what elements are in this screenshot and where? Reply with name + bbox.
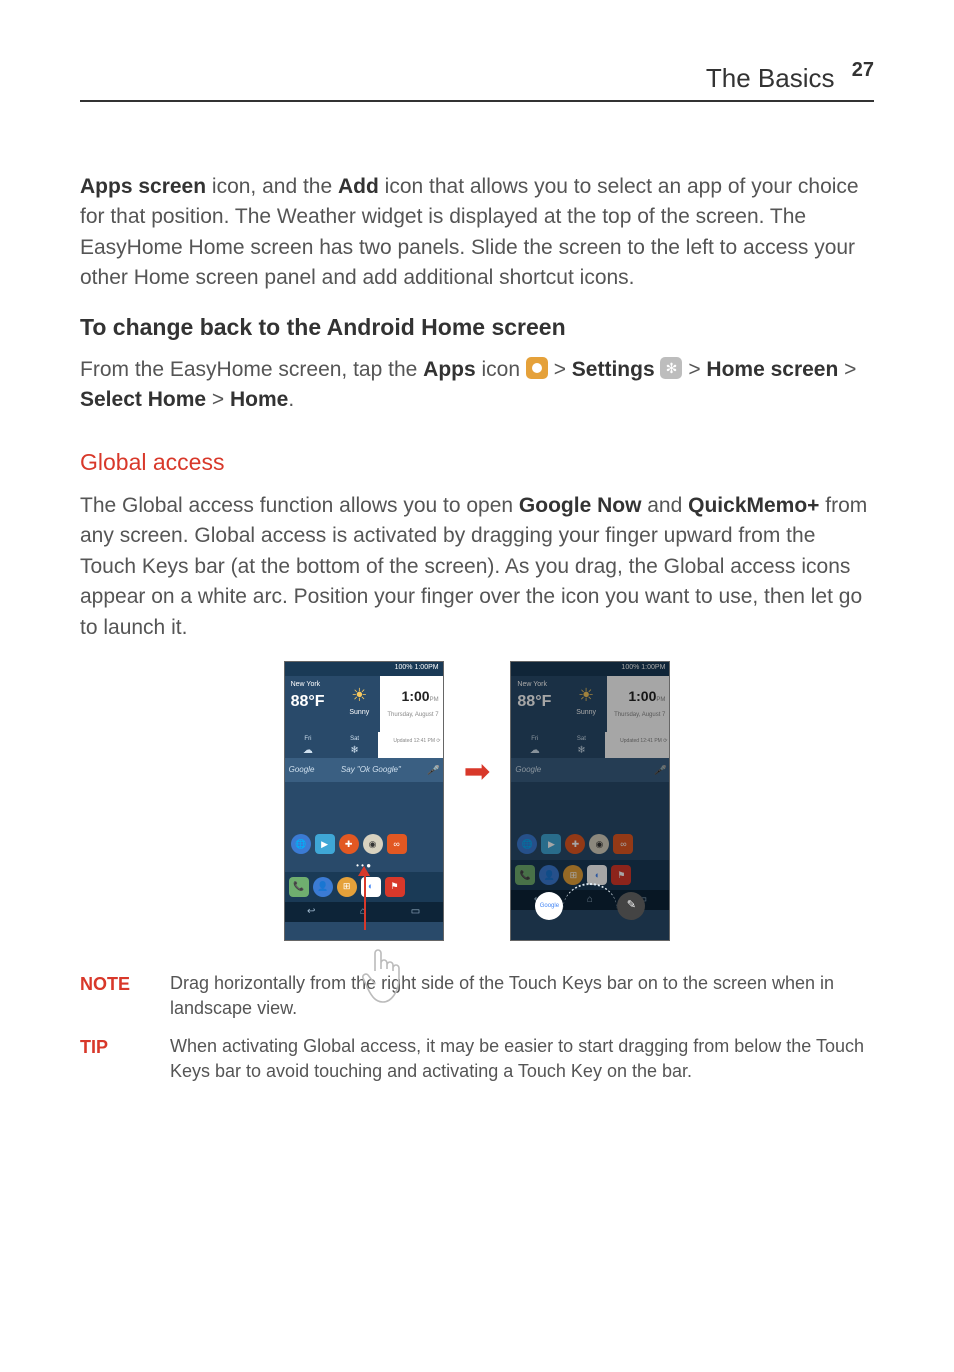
tip-block: TIP When activating Global access, it ma… — [80, 1034, 874, 1084]
page-number: 27 — [852, 59, 874, 81]
section-title: The Basics — [706, 63, 835, 93]
arrow-right-icon: ➡ — [464, 748, 491, 794]
global-access-arc: Google ✎ — [511, 880, 669, 926]
play-icon: ▶ — [315, 834, 335, 854]
settings-icon — [660, 357, 682, 379]
subheading-change-back: To change back to the Android Home scree… — [80, 311, 874, 344]
phone-app-icon: 📞 — [289, 877, 309, 897]
note-label: NOTE — [80, 971, 150, 1021]
bold-settings: Settings — [572, 358, 655, 381]
paragraph-global-access: The Global access function allows you to… — [80, 491, 874, 643]
sun-icon: ☀ — [338, 682, 380, 708]
phone-screenshot-before: 100% 1:00PM New York 88°F ☀Sunny 1:00PM … — [284, 661, 444, 941]
swipe-indicator-line — [364, 870, 366, 930]
bold-home: Home — [230, 388, 288, 411]
bold-select-home: Select Home — [80, 388, 206, 411]
figure-global-access: 100% 1:00PM New York 88°F ☀Sunny 1:00PM … — [80, 661, 874, 941]
google-search-bar: Google Say "Ok Google" 🎤 — [285, 758, 443, 782]
app-shortcut-row: 🌐 ▶ ✚ ◉ ∞ — [285, 828, 443, 860]
tip-label: TIP — [80, 1034, 150, 1084]
heading-global-access: Global access — [80, 446, 874, 479]
bold-quickmemo: QuickMemo+ — [688, 494, 819, 517]
bold-apps-screen: Apps screen — [80, 175, 206, 198]
status-bar: 100% 1:00PM — [285, 662, 443, 676]
bold-home-screen: Home screen — [706, 358, 838, 381]
bold-apps: Apps — [423, 358, 476, 381]
gallery-icon: ⚑ — [385, 877, 405, 897]
page-header: The Basics 27 — [80, 60, 874, 102]
swipe-indicator-arrow — [358, 866, 370, 876]
paragraph-apps-screen: Apps screen icon, and the Add icon that … — [80, 172, 874, 294]
note-block: NOTE Drag horizontally from the right si… — [80, 971, 874, 1021]
tip-text: When activating Global access, it may be… — [170, 1034, 874, 1084]
camera-icon: ◉ — [363, 834, 383, 854]
weather-widget: New York 88°F ☀Sunny 1:00PM Thursday, Au… — [285, 676, 443, 732]
apps-drawer-icon: ⊞ — [337, 877, 357, 897]
apps-icon — [526, 357, 548, 379]
bold-add: Add — [338, 175, 379, 198]
recent-key-icon: ▭ — [411, 905, 420, 920]
paragraph-change-back: From the EasyHome screen, tap the Apps i… — [80, 355, 874, 416]
contacts-icon: 👤 — [313, 877, 333, 897]
note-text: Drag horizontally from the right side of… — [170, 971, 874, 1021]
bold-google-now: Google Now — [519, 494, 642, 517]
back-key-icon: ↩ — [307, 905, 315, 920]
phone-screenshot-after: 100% 1:00PM New York88°F ☀Sunny 1:00PMTh… — [510, 661, 670, 941]
globe-icon: 🌐 — [291, 834, 311, 854]
plus-icon: ✚ — [339, 834, 359, 854]
hand-gesture-icon — [357, 941, 413, 1029]
google-now-bubble: Google — [535, 892, 563, 920]
infinity-icon: ∞ — [387, 834, 407, 854]
quickmemo-bubble: ✎ — [617, 892, 645, 920]
mic-icon: 🎤 — [427, 764, 438, 777]
